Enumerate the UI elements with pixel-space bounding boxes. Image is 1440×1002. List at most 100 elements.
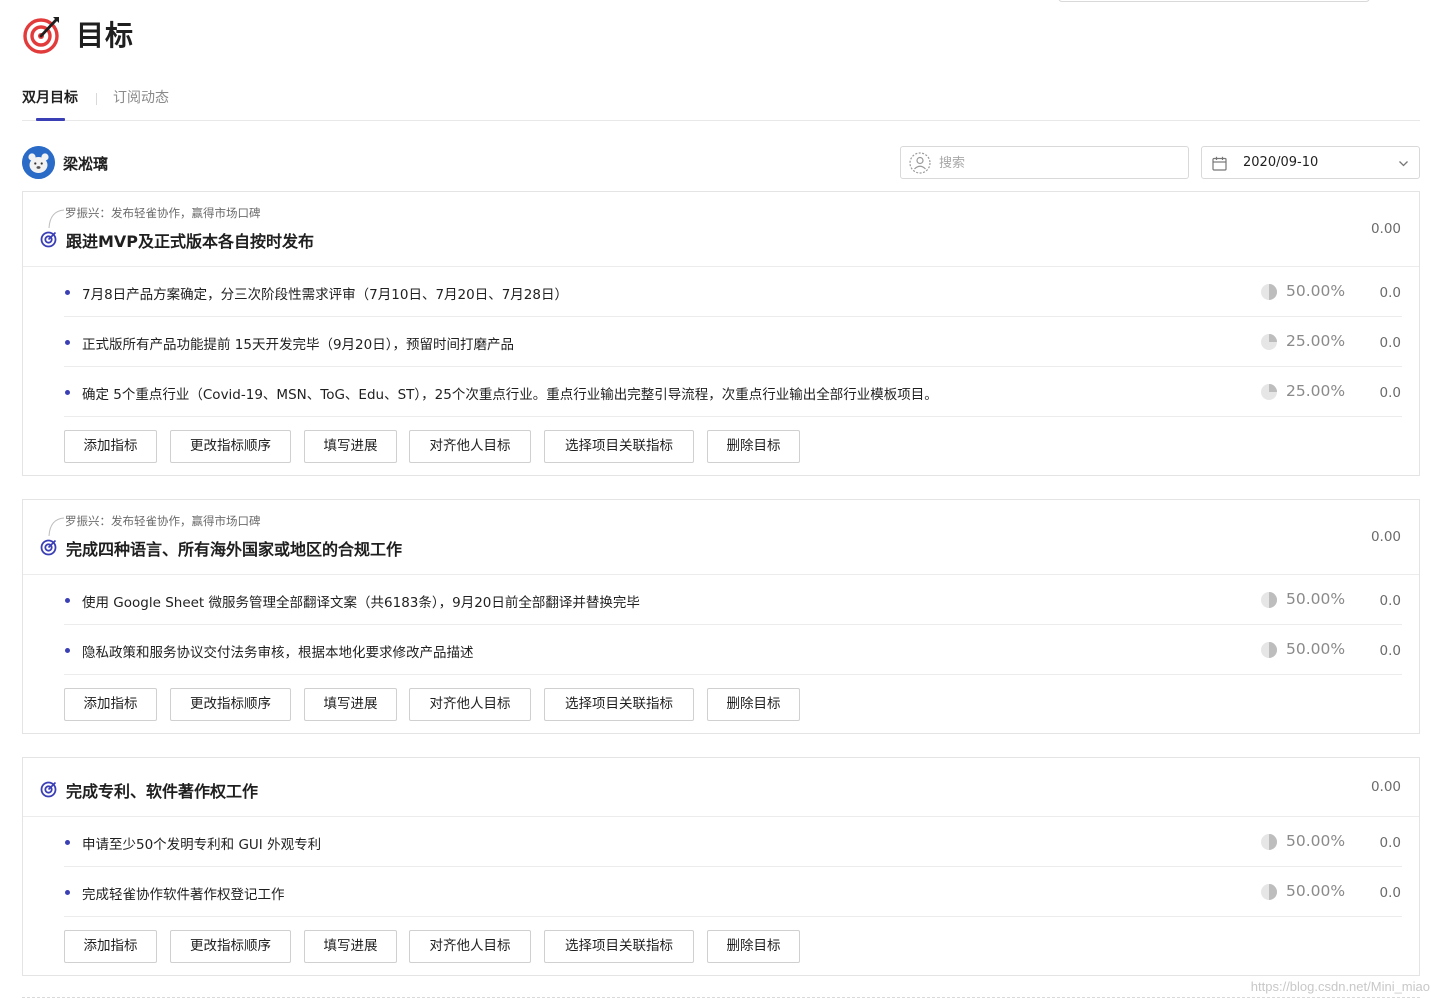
key-result-score: 0.0	[1379, 335, 1401, 351]
link-project-button[interactable]: 选择项目关联指标	[544, 930, 694, 963]
bear-avatar-icon	[22, 146, 55, 179]
key-result-text: 申请至少50个发明专利和 GUI 外观专利	[82, 837, 322, 853]
goal-target-icon	[40, 231, 57, 248]
date-range-picker[interactable]: 2020/09-10	[1201, 146, 1420, 179]
link-project-button[interactable]: 选择项目关联指标	[544, 430, 694, 463]
progress-pie-icon	[1261, 334, 1277, 350]
goal-score: 0.00	[1370, 221, 1401, 237]
key-result-progress: 50.00%	[1286, 832, 1346, 850]
key-result-progress: 25.00%	[1286, 332, 1346, 350]
search-box[interactable]	[900, 146, 1189, 179]
align-goal-button[interactable]: 对齐他人目标	[409, 688, 531, 721]
key-result-list: 7月8日产品方案确定，分三次阶段性需求评审（7月10日、7月20日、7月28日）…	[64, 267, 1402, 417]
bullet-dot	[65, 598, 70, 603]
key-result-text: 完成轻雀协作软件著作权登记工作	[82, 887, 285, 903]
chevron-down-icon	[1399, 161, 1408, 167]
key-result-text: 确定 5个重点行业（Covid-19、MSN、ToG、Edu、ST），25个次重…	[82, 387, 938, 403]
key-result-list: 使用 Google Sheet 微服务管理全部翻译文案（共6183条），9月20…	[64, 575, 1402, 675]
key-result-row[interactable]: 正式版所有产品功能提前 15天开发完毕（9月20日），预留时间打磨产品 25.0…	[64, 317, 1402, 367]
tab-label: 双月目标	[22, 90, 78, 106]
page-header: 目标	[22, 12, 134, 56]
key-result-text: 正式版所有产品功能提前 15天开发完毕（9月20日），预留时间打磨产品	[82, 337, 514, 353]
goal-header: 罗振兴：发布轻雀协作，赢得市场口碑 完成四种语言、所有海外国家或地区的合规工作 …	[23, 500, 1419, 575]
goal-actions: 添加指标 更改指标顺序 填写进展 对齐他人目标 选择项目关联指标 删除目标	[64, 917, 1419, 975]
tab-bar: 双月目标 订阅动态	[22, 86, 1420, 121]
add-metric-button[interactable]: 添加指标	[64, 430, 157, 463]
key-result-progress: 25.00%	[1286, 382, 1346, 400]
bullet-dot	[65, 890, 70, 895]
key-result-row[interactable]: 完成轻雀协作软件著作权登记工作 50.00% 0.0	[64, 867, 1402, 917]
reorder-metrics-button[interactable]: 更改指标顺序	[170, 430, 291, 463]
key-result-progress: 50.00%	[1286, 590, 1346, 608]
reorder-metrics-button[interactable]: 更改指标顺序	[170, 688, 291, 721]
progress-pie-icon	[1261, 284, 1277, 300]
key-result-text: 7月8日产品方案确定，分三次阶段性需求评审（7月10日、7月20日、7月28日）	[82, 287, 568, 303]
goal-actions: 添加指标 更改指标顺序 填写进展 对齐他人目标 选择项目关联指标 删除目标	[64, 417, 1419, 475]
avatar[interactable]	[22, 146, 55, 179]
progress-pie-icon	[1261, 834, 1277, 850]
active-tab-indicator	[36, 118, 65, 121]
key-result-progress: 50.00%	[1286, 882, 1346, 900]
goal-target-icon	[40, 539, 57, 556]
next-card-edge	[22, 997, 1420, 998]
goal-card: 罗振兴：发布轻雀协作，赢得市场口碑 完成四种语言、所有海外国家或地区的合规工作 …	[22, 499, 1420, 734]
goal-title[interactable]: 完成四种语言、所有海外国家或地区的合规工作	[66, 536, 402, 560]
delete-goal-button[interactable]: 删除目标	[707, 430, 800, 463]
tab-bimonthly-goals[interactable]: 双月目标	[22, 88, 78, 121]
aligned-parent-goal[interactable]: 罗振兴：发布轻雀协作，赢得市场口碑	[65, 205, 261, 221]
key-result-text: 隐私政策和服务协议交付法务审核，根据本地化要求修改产品描述	[82, 645, 474, 661]
key-result-score: 0.0	[1379, 835, 1401, 851]
goal-title[interactable]: 完成专利、软件著作权工作	[66, 778, 258, 802]
goal-card: 完成专利、软件著作权工作 0.00 申请至少50个发明专利和 GUI 外观专利 …	[22, 757, 1420, 976]
top-partial-control	[1058, 0, 1370, 2]
calendar-icon	[1212, 156, 1227, 171]
fill-progress-button[interactable]: 填写进展	[304, 688, 397, 721]
delete-goal-button[interactable]: 删除目标	[707, 930, 800, 963]
key-result-score: 0.0	[1379, 285, 1401, 301]
key-result-row[interactable]: 使用 Google Sheet 微服务管理全部翻译文案（共6183条），9月20…	[64, 575, 1402, 625]
align-goal-button[interactable]: 对齐他人目标	[409, 930, 531, 963]
bullet-dot	[65, 840, 70, 845]
bullet-dot	[65, 390, 70, 395]
progress-pie-icon	[1261, 384, 1277, 400]
align-goal-button[interactable]: 对齐他人目标	[409, 430, 531, 463]
key-result-row[interactable]: 隐私政策和服务协议交付法务审核，根据本地化要求修改产品描述 50.00% 0.0	[64, 625, 1402, 675]
goal-title[interactable]: 跟进MVP及正式版本各自按时发布	[66, 228, 314, 252]
key-result-text: 使用 Google Sheet 微服务管理全部翻译文案（共6183条），9月20…	[82, 595, 640, 611]
tab-label: 订阅动态	[113, 90, 169, 106]
key-result-progress: 50.00%	[1286, 282, 1346, 300]
key-result-row[interactable]: 7月8日产品方案确定，分三次阶段性需求评审（7月10日、7月20日、7月28日）…	[64, 267, 1402, 317]
tab-divider	[96, 93, 97, 105]
reorder-metrics-button[interactable]: 更改指标顺序	[170, 930, 291, 963]
bullet-dot	[65, 290, 70, 295]
add-metric-button[interactable]: 添加指标	[64, 688, 157, 721]
key-result-row[interactable]: 申请至少50个发明专利和 GUI 外观专利 50.00% 0.0	[64, 817, 1402, 867]
link-project-button[interactable]: 选择项目关联指标	[544, 688, 694, 721]
delete-goal-button[interactable]: 删除目标	[707, 688, 800, 721]
goal-score: 0.00	[1370, 529, 1401, 545]
goal-card: 罗振兴：发布轻雀协作，赢得市场口碑 跟进MVP及正式版本各自按时发布 0.00 …	[22, 191, 1420, 476]
add-metric-button[interactable]: 添加指标	[64, 930, 157, 963]
key-result-score: 0.0	[1379, 593, 1401, 609]
key-result-score: 0.0	[1379, 885, 1401, 901]
user-circle-icon	[909, 152, 931, 174]
watermark: https://blog.csdn.net/Mini_miao	[1250, 979, 1430, 994]
search-input[interactable]	[939, 151, 1179, 175]
goal-target-icon	[40, 781, 57, 798]
key-result-score: 0.0	[1379, 385, 1401, 401]
progress-pie-icon	[1261, 642, 1277, 658]
aligned-parent-goal[interactable]: 罗振兴：发布轻雀协作，赢得市场口碑	[65, 513, 261, 529]
progress-pie-icon	[1261, 884, 1277, 900]
link-curve-icon	[48, 517, 65, 537]
goals-page: 目标 双月目标 订阅动态 梁凇璃 搜索 2020/09-10 罗振兴：发布轻雀协…	[0, 0, 1440, 1002]
progress-pie-icon	[1261, 592, 1277, 608]
user-name: 梁凇璃	[63, 155, 109, 173]
user-row: 梁凇璃 2020/09-10	[22, 146, 1420, 179]
key-result-list: 申请至少50个发明专利和 GUI 外观专利 50.00% 0.0 完成轻雀协作软…	[64, 817, 1402, 917]
target-dart-icon	[23, 17, 59, 54]
key-result-row[interactable]: 确定 5个重点行业（Covid-19、MSN、ToG、Edu、ST），25个次重…	[64, 367, 1402, 417]
link-curve-icon	[48, 209, 65, 229]
tab-subscription-feed[interactable]: 订阅动态	[113, 88, 169, 108]
fill-progress-button[interactable]: 填写进展	[304, 930, 397, 963]
fill-progress-button[interactable]: 填写进展	[304, 430, 397, 463]
